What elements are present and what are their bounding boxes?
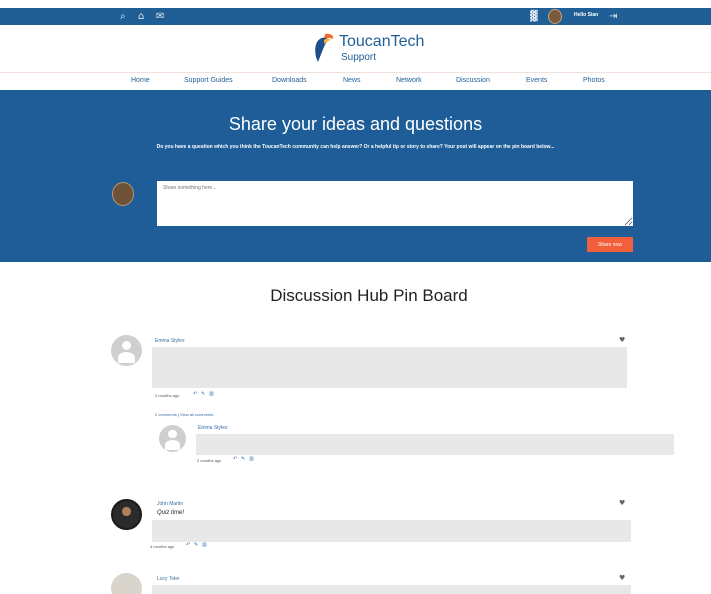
logout-icon[interactable]: ⇥: [609, 10, 617, 23]
reply-icon[interactable]: ↶: [186, 542, 190, 548]
heart-icon[interactable]: ♥: [619, 499, 625, 507]
heart-icon[interactable]: ♥: [619, 574, 625, 582]
edit-icon[interactable]: ✎: [201, 391, 205, 397]
comment-time: 2 months ago: [197, 458, 222, 463]
reply-icon[interactable]: ↶: [233, 456, 237, 462]
comment-body: [196, 434, 674, 455]
nav-item-discussion[interactable]: Discussion: [456, 77, 490, 84]
nav-item-home[interactable]: Home: [131, 77, 150, 84]
post-author[interactable]: Lucy Toler: [157, 576, 180, 582]
logo-subtitle: Support: [341, 52, 377, 63]
logo-title[interactable]: ToucanTech: [339, 33, 424, 51]
toucan-logo[interactable]: [311, 32, 335, 64]
comment-author[interactable]: Emma Styles: [198, 425, 227, 431]
share-hero: Share your ideas and questions Do you ha…: [0, 90, 711, 262]
nav-item-downloads[interactable]: Downloads: [272, 77, 307, 84]
user-avatar[interactable]: [548, 9, 562, 24]
avatar[interactable]: [159, 425, 186, 452]
delete-icon[interactable]: ▥: [209, 391, 214, 397]
post-text: Quiz time!: [157, 510, 185, 516]
avatar[interactable]: [111, 573, 142, 594]
delete-icon[interactable]: ▥: [202, 542, 207, 548]
edit-icon[interactable]: ✎: [241, 456, 245, 462]
search-icon[interactable]: ⌕: [120, 10, 126, 23]
nav-item-photos[interactable]: Photos: [583, 77, 605, 84]
edit-icon[interactable]: ✎: [194, 542, 198, 548]
top-bar: ⌕ ⌂ ✉ ▓ Hello Sian ⇥: [0, 8, 711, 25]
post-time: 2 months ago: [155, 393, 180, 398]
heart-icon[interactable]: ♥: [619, 336, 625, 344]
share-now-button[interactable]: Share now: [587, 237, 633, 252]
avatar[interactable]: [111, 335, 142, 366]
avatar: [112, 182, 134, 206]
user-greeting[interactable]: Hello Sian: [574, 12, 598, 18]
post-time: 4 months ago: [150, 544, 175, 549]
hero-title: Share your ideas and questions: [228, 114, 483, 134]
post-body: [152, 347, 627, 388]
nav-item-support-guides[interactable]: Support Guides: [184, 77, 233, 84]
nav-item-network[interactable]: Network: [396, 77, 422, 84]
hero-description: Do you have a question which you think t…: [156, 144, 555, 150]
post-body: [152, 520, 631, 542]
post-body: [152, 585, 631, 594]
avatar[interactable]: [111, 499, 142, 530]
share-input[interactable]: [157, 181, 633, 226]
pin-board-title: Discussion Hub Pin Board: [270, 286, 468, 305]
nav-item-events[interactable]: Events: [526, 77, 547, 84]
bell-icon[interactable]: ⌂: [138, 10, 144, 23]
reply-icon[interactable]: ↶: [193, 391, 197, 397]
nav-item-news[interactable]: News: [343, 77, 361, 84]
mail-icon[interactable]: ✉: [156, 10, 164, 23]
post-author[interactable]: Emma Styles: [155, 338, 184, 344]
comments-link[interactable]: 2 comments | View all comments: [155, 412, 213, 417]
delete-icon[interactable]: ▥: [249, 456, 254, 462]
chart-icon[interactable]: ▓: [530, 10, 538, 23]
post-author[interactable]: John Martin: [157, 501, 183, 507]
main-nav: Home Support Guides Downloads News Netwo…: [0, 72, 711, 89]
